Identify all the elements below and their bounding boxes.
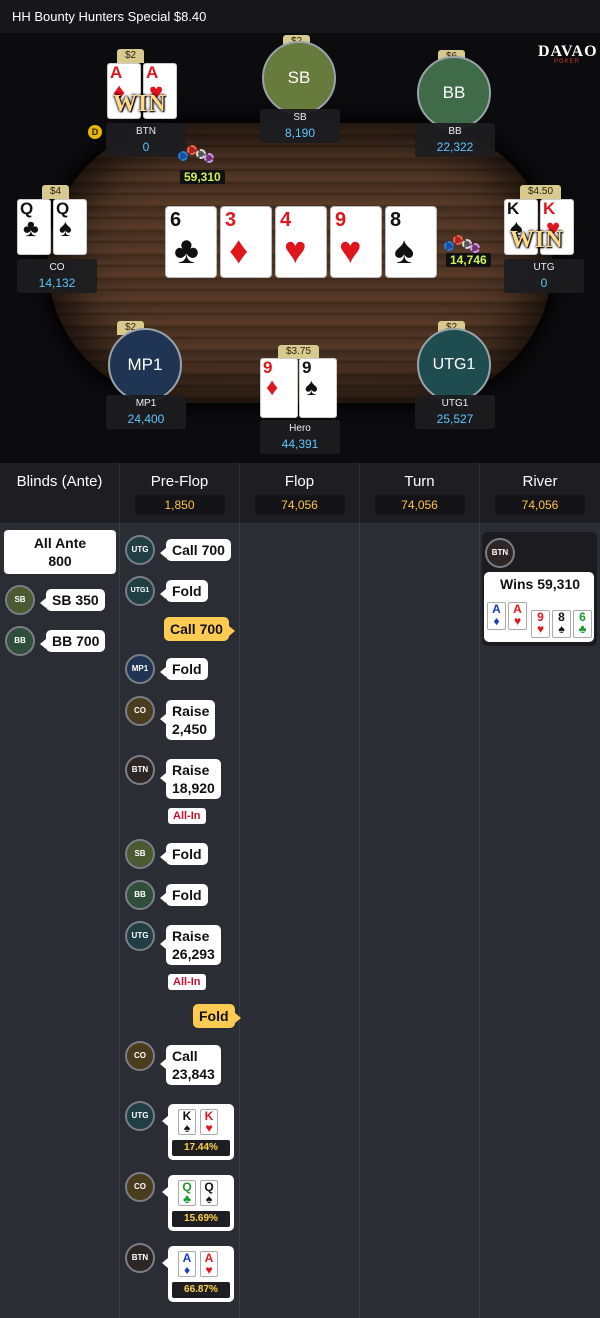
board-card-1: 6 ♣ (165, 206, 217, 278)
pot-amount-left: 59,310 (180, 170, 225, 184)
board-card-4: 9 ♥ (330, 206, 382, 278)
all-ante-box: All Ante 800 (4, 530, 116, 574)
header-preflop[interactable]: Pre-Flop 1,850 (120, 463, 240, 523)
action-co-call: Call 23,843 (160, 1045, 221, 1085)
action-utg-call: Call 700 (160, 539, 231, 561)
action-co-raise: Raise 2,450 (159, 700, 216, 740)
dealer-button: D (88, 125, 102, 139)
btn-win-banner: WIN (113, 91, 167, 117)
co-badge: CO (125, 1172, 155, 1202)
result-card: A ♦ (487, 602, 506, 630)
utg-equity-percent: 17.44% (172, 1140, 230, 1156)
utg-equity-box: K ♠ K ♥ 17.44% (162, 1104, 234, 1160)
sb-badge: SB (5, 585, 35, 615)
co-card-2: Q ♠ (53, 199, 87, 255)
action-mp1-fold: Fold (160, 658, 208, 680)
bb-nameplate[interactable]: BB 22,322 (415, 123, 495, 157)
header-flop[interactable]: Flop 74,056 (240, 463, 360, 523)
utg-badge: UTG (125, 921, 155, 951)
btn-all-in-tag: All-In (168, 808, 206, 824)
co-badge: CO (125, 1041, 155, 1071)
poker-table: DAVAO POKER $2 A♦ A♥ WIN BTN0 D $2 SB SB… (0, 33, 600, 463)
equity-card: A ♦ (178, 1251, 196, 1277)
hero-card-1: 9 ♦ (260, 358, 298, 418)
river-win-box: Wins 59,310 A ♦ A ♥ 9 ♥ 8 ♠ 6 ♣ (484, 572, 594, 642)
action-sb-fold: Fold (160, 843, 208, 865)
equity-card: K ♠ (178, 1109, 196, 1135)
co-bounty: $4 (42, 185, 70, 199)
result-card: 9 ♥ (531, 610, 550, 638)
utg-bounty: $4.50 (520, 185, 562, 199)
co-equity-percent: 15.69% (172, 1211, 230, 1227)
btn-badge: BTN (125, 1243, 155, 1273)
utg-all-in-tag: All-In (168, 974, 206, 990)
btn-equity-box: A ♦ A ♥ 66.87% (162, 1246, 234, 1302)
bb-avatar[interactable]: BB (417, 56, 491, 130)
header-blinds: Blinds (Ante) (0, 463, 120, 523)
sb-badge: SB (125, 839, 155, 869)
board-card-3: 4 ♥ (275, 206, 327, 278)
co-equity-box: Q ♣ Q ♠ 15.69% (162, 1175, 234, 1231)
utg-badge: UTG (125, 535, 155, 565)
mp1-nameplate[interactable]: MP1 24,400 (106, 395, 186, 429)
btn-equity-percent: 66.87% (172, 1282, 230, 1298)
co-nameplate[interactable]: CO 14,132 (17, 259, 97, 293)
hero-bounty: $3.75 (278, 345, 320, 359)
column-flop (240, 523, 360, 1318)
board-card-2: 3 ♦ (220, 206, 272, 278)
action-hero-fold: Fold (193, 1004, 241, 1028)
header-river[interactable]: River 74,056 (480, 463, 600, 523)
pot-amount-right: 14,746 (446, 253, 491, 267)
sb-blind-action: SB 350 (40, 589, 105, 611)
hero-card-2: 9 ♠ (299, 358, 337, 418)
action-hero-call: Call 700 (164, 617, 235, 641)
equity-card: Q ♣ (178, 1180, 196, 1206)
action-utg-raise: Raise 26,293 (160, 925, 221, 965)
result-card: 8 ♠ (552, 610, 571, 638)
bb-badge: BB (5, 626, 35, 656)
result-card: 6 ♣ (573, 610, 592, 638)
sb-nameplate[interactable]: SB 8,190 (260, 109, 340, 143)
co-badge: CO (125, 696, 155, 726)
mp1-badge: MP1 (125, 654, 155, 684)
action-utg1-fold: Fold (160, 580, 208, 602)
equity-card: K ♥ (200, 1109, 218, 1135)
hero-nameplate[interactable]: Hero 44,391 (260, 420, 340, 454)
action-btn-raise: Raise 18,920 (160, 759, 221, 799)
board-card-5: 8 ♠ (385, 206, 437, 278)
bb-blind-action: BB 700 (39, 630, 106, 652)
co-card-1: Q ♣ (17, 199, 51, 255)
equity-card: A ♥ (200, 1251, 218, 1277)
header-turn[interactable]: Turn 74,056 (360, 463, 480, 523)
sb-avatar[interactable]: SB (262, 41, 336, 115)
utg1-nameplate[interactable]: UTG1 25,527 (415, 395, 495, 429)
utg-badge: UTG (125, 1101, 155, 1131)
utg-win-banner: WIN (510, 227, 564, 253)
btn-badge: BTN (125, 755, 155, 785)
btn-nameplate[interactable]: BTN 0 (106, 123, 186, 157)
brand-logo: DAVAO POKER (538, 43, 598, 65)
mp1-avatar[interactable]: MP1 (108, 328, 182, 402)
utg-nameplate[interactable]: UTG 0 (504, 259, 584, 293)
result-card: A ♥ (508, 602, 527, 630)
pot-chips-icon (178, 139, 216, 167)
bb-badge: BB (125, 880, 155, 910)
utg1-badge: UTG1 (125, 576, 155, 606)
btn-bounty: $2 (117, 49, 145, 63)
btn-badge: BTN (485, 538, 515, 568)
utg1-avatar[interactable]: UTG1 (417, 328, 491, 402)
column-turn (360, 523, 480, 1318)
hand-title: HH Bounty Hunters Special $8.40 (0, 0, 600, 33)
win-text: Wins 59,310 (500, 576, 581, 592)
equity-card: Q ♠ (200, 1180, 218, 1206)
action-bb-fold: Fold (160, 884, 208, 906)
